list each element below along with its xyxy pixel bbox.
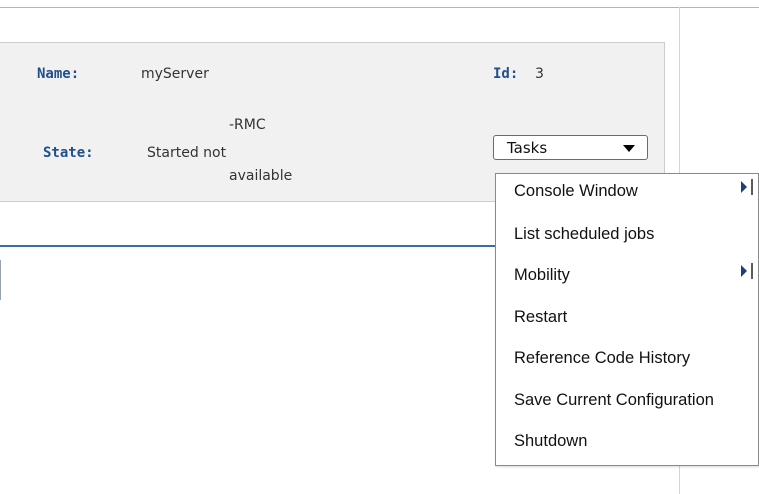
menu-item-reference-code-history[interactable]: Reference Code History	[496, 341, 758, 379]
state-value-line3: available	[229, 168, 293, 184]
menu-item-label: Shutdown	[514, 432, 588, 450]
state-value-line1: -RMC	[229, 117, 266, 133]
menu-item-label: Reference Code History	[514, 349, 691, 367]
submenu-arrow-icon	[741, 265, 747, 277]
menu-item-shutdown[interactable]: Shutdown	[496, 424, 758, 462]
menu-item-mobility[interactable]: Mobility	[496, 258, 758, 296]
state-value-line2: Started not	[147, 145, 227, 161]
dropdown-arrow-icon	[623, 145, 635, 152]
name-value: myServer	[141, 66, 209, 82]
state-label: State:	[43, 145, 94, 161]
menu-item-save-current-configuration[interactable]: Save Current Configuration	[496, 383, 758, 421]
menu-item-label: Restart	[514, 308, 568, 326]
menu-item-label: Save Current Configuration	[514, 391, 714, 409]
submenu-bar	[751, 263, 753, 279]
menu-item-console-window[interactable]: Console Window	[496, 174, 758, 212]
menu-item-restart[interactable]: Restart	[496, 300, 758, 338]
submenu-bar	[751, 179, 753, 195]
name-label: Name:	[37, 66, 80, 82]
menu-item-list-scheduled-jobs[interactable]: List scheduled jobs	[496, 217, 758, 255]
top-frame-edge	[0, 0, 759, 8]
tasks-dropdown-button[interactable]: Tasks	[493, 135, 648, 160]
left-edge-marker	[0, 260, 1, 300]
menu-item-label: Console Window	[514, 182, 638, 200]
submenu-arrow-icon	[741, 181, 747, 193]
tasks-menu: Console Window List scheduled jobs Mobil…	[495, 173, 759, 466]
menu-item-label: List scheduled jobs	[514, 225, 655, 243]
id-label: Id:	[493, 66, 519, 82]
section-divider	[0, 245, 497, 247]
id-value: 3	[535, 66, 544, 82]
tasks-button-label: Tasks	[507, 139, 548, 157]
menu-item-label: Mobility	[514, 266, 570, 284]
